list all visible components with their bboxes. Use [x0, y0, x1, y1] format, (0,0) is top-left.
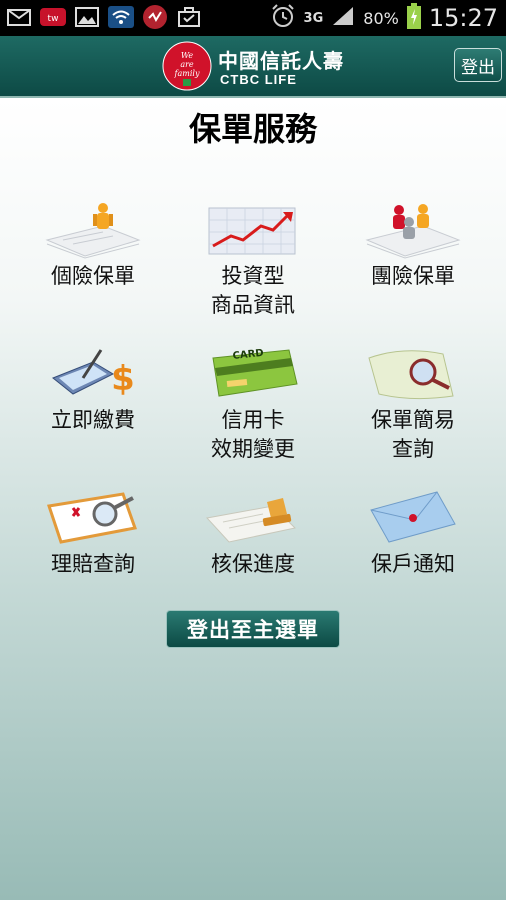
svg-text:are: are: [180, 60, 194, 69]
claim-search-icon: [47, 492, 137, 544]
battery-percent: 80%: [363, 8, 399, 28]
menu-label: 團險保單: [371, 264, 455, 288]
svg-text:tw: tw: [48, 14, 59, 24]
brand-name-en: CTBC LIFE: [220, 72, 297, 87]
underwriting-stamp-icon: [206, 498, 297, 543]
menu-item-investment-info[interactable]: 投資型 商品資訊: [168, 200, 338, 318]
svg-text:family: family: [174, 69, 200, 78]
app-header: We are family 中國信託人壽 CTBC LIFE 登出: [0, 36, 506, 98]
taiwanmobile-icon: tw: [40, 4, 66, 30]
menu-item-individual-policy[interactable]: 個險保單: [8, 200, 178, 293]
gallery-icon: [74, 4, 100, 30]
page-title: 保單服務: [188, 110, 317, 148]
logout-button[interactable]: 登出: [454, 48, 502, 82]
menu-label: 個險保單: [51, 264, 135, 288]
individual-policy-icon: [45, 203, 141, 259]
ctbc-logo: We are family: [162, 41, 212, 91]
menu-item-claim-query[interactable]: 理賠查詢: [8, 488, 178, 581]
menu-item-underwriting-progress[interactable]: 核保進度: [168, 488, 338, 581]
battery-icon: [406, 3, 421, 33]
menu-label: 保戶通知: [371, 552, 455, 576]
svg-text:$: $: [111, 359, 135, 399]
svg-text:We: We: [181, 51, 194, 60]
briefcase-icon: [176, 4, 202, 30]
main-content: 保單服務 個險保單 投資型 商品資訊 團險保單 $ 立即繳費 CARD 信用卡 …: [0, 98, 506, 900]
status-bar: tw 3G 80% 15:27: [0, 0, 506, 36]
investment-chart-icon: [208, 207, 296, 255]
menu-label-2: 商品資訊: [211, 293, 295, 317]
credit-card-icon: CARD: [212, 348, 298, 397]
clock: 15:27: [428, 4, 498, 32]
alarm-icon: [270, 3, 296, 33]
menu-label: 投資型: [221, 264, 285, 288]
menu-label-2: 查詢: [392, 437, 434, 461]
policy-search-icon: [368, 350, 454, 400]
menu-item-pay-now[interactable]: $ 立即繳費: [8, 344, 178, 437]
menu-label: 信用卡: [221, 408, 285, 432]
menu-item-policy-quick-query[interactable]: 保單簡易 查詢: [328, 344, 498, 462]
menu-label-2: 效期變更: [211, 437, 295, 461]
group-policy-icon: [365, 204, 461, 259]
menu-item-customer-notice[interactable]: 保戶通知: [328, 488, 498, 581]
signal-icon: [331, 5, 355, 31]
menu-label: 核保進度: [211, 552, 295, 576]
network-type: 3G: [303, 10, 324, 26]
menu-label: 立即繳費: [51, 408, 135, 432]
tool-icon: [142, 4, 168, 30]
menu-item-group-policy[interactable]: 團險保單: [328, 200, 498, 293]
wifi-icon: [108, 4, 134, 30]
pay-now-icon: $: [52, 349, 135, 399]
logout-to-main-menu-button[interactable]: 登出至主選單: [166, 610, 340, 648]
menu-label: 保單簡易: [371, 408, 455, 432]
menu-label: 理賠查詢: [51, 552, 135, 576]
menu-item-credit-card-update[interactable]: CARD 信用卡 效期變更: [168, 344, 338, 462]
envelope-icon: [370, 491, 456, 543]
brand-name-cn: 中國信託人壽: [218, 49, 344, 73]
mail-icon: [6, 4, 32, 30]
